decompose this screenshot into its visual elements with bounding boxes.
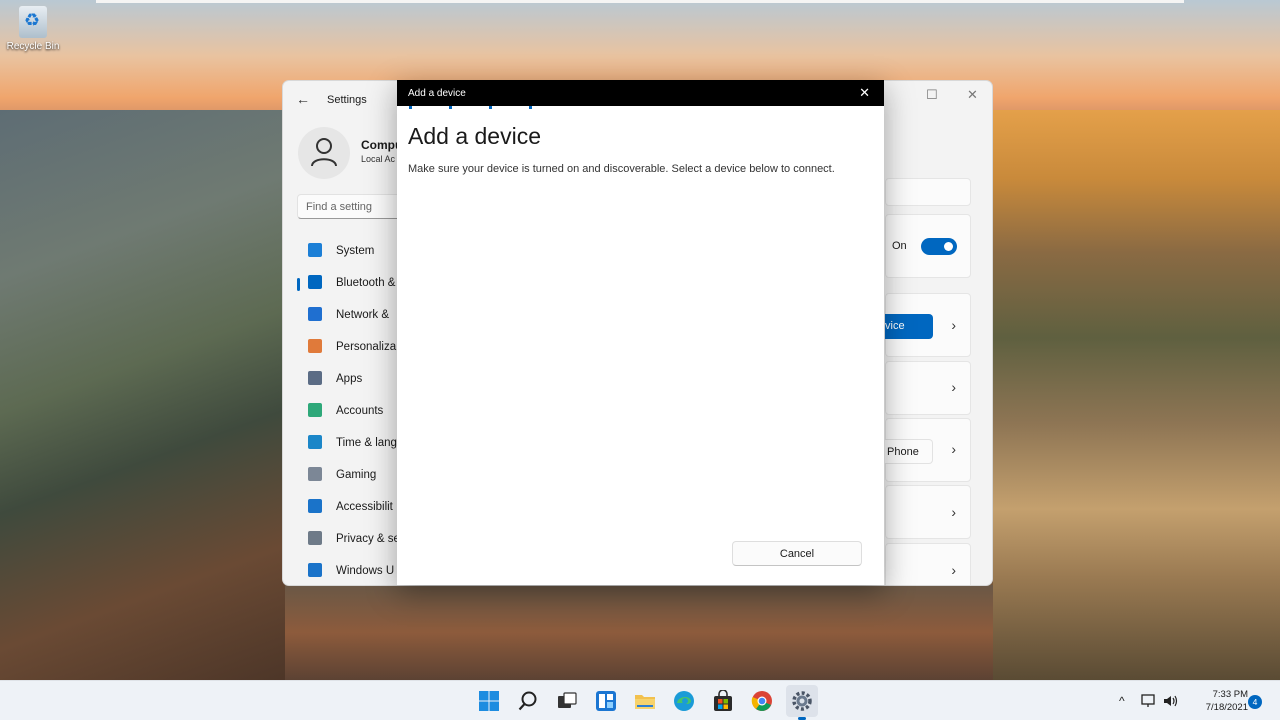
accessibility-icon bbox=[308, 499, 322, 513]
wifi-icon bbox=[308, 307, 322, 321]
devices-card[interactable]: › bbox=[885, 361, 971, 415]
settings-title: Settings bbox=[327, 94, 367, 106]
clock-date: 7/18/2021 bbox=[1205, 702, 1248, 713]
chevron-right-icon: › bbox=[951, 504, 956, 520]
content-card bbox=[885, 178, 971, 206]
add-device-dialog: Add a device ✕ Add a device Make sure yo… bbox=[397, 80, 884, 585]
taskbar: ^ 7:33 PM 7/18/2021 4 bbox=[0, 680, 1280, 720]
sidebar-item-label: Privacy & se bbox=[336, 533, 400, 545]
dialog-heading: Add a device bbox=[408, 123, 541, 149]
apps-icon bbox=[308, 371, 322, 385]
start-icon[interactable] bbox=[478, 690, 500, 712]
recycle-bin-label: Recycle Bin bbox=[6, 41, 60, 52]
sidebar-item-label: Accessibilit bbox=[336, 501, 393, 513]
sidebar-item-label: Apps bbox=[336, 373, 363, 385]
close-icon[interactable]: ✕ bbox=[859, 85, 870, 101]
sidebar-item-label: Time & lang bbox=[336, 437, 397, 449]
open-phone-button[interactable]: Phone bbox=[885, 439, 933, 464]
sidebar-item-label: Windows U bbox=[336, 565, 395, 577]
dialog-description: Make sure your device is turned on and d… bbox=[408, 163, 835, 175]
gamepad-icon bbox=[308, 467, 322, 481]
add-device-button[interactable]: vice bbox=[885, 314, 933, 339]
bluetooth-state-label: On bbox=[892, 240, 907, 252]
store-icon[interactable] bbox=[712, 690, 734, 712]
sidebar-item-label: System bbox=[336, 245, 375, 257]
sidebar-item-label: Network & bbox=[336, 309, 390, 321]
recycle-bin[interactable]: Recycle Bin bbox=[4, 6, 62, 52]
cancel-button[interactable]: Cancel bbox=[732, 541, 862, 566]
monitor-icon bbox=[308, 243, 322, 257]
globe-icon bbox=[308, 435, 322, 449]
wallpaper-canyon-bottom bbox=[285, 585, 993, 680]
bluetooth-icon bbox=[308, 275, 322, 289]
sidebar-item-label: Bluetooth & bbox=[336, 277, 396, 289]
maximize-icon[interactable]: ☐ bbox=[926, 87, 938, 103]
sidebar-item-label: Personaliza bbox=[336, 341, 397, 353]
chevron-right-icon: › bbox=[951, 562, 956, 578]
dialog-titlebar: Add a device ✕ bbox=[397, 80, 884, 106]
network-icon[interactable] bbox=[1141, 694, 1157, 708]
task-view-icon[interactable] bbox=[556, 690, 578, 712]
profile-account-type: Local Ac bbox=[361, 154, 396, 164]
notification-badge[interactable]: 4 bbox=[1248, 695, 1262, 709]
settings-icon[interactable] bbox=[791, 690, 813, 712]
close-icon[interactable]: ✕ bbox=[967, 87, 978, 103]
printers-card[interactable]: › bbox=[885, 485, 971, 539]
search-icon[interactable] bbox=[517, 690, 539, 712]
bluetooth-toggle[interactable] bbox=[921, 238, 957, 255]
recycle-bin-icon bbox=[19, 6, 47, 38]
wallpaper-canyon-left bbox=[0, 110, 285, 680]
edge-icon[interactable] bbox=[673, 690, 695, 712]
sidebar-item-label: Gaming bbox=[336, 469, 377, 481]
volume-icon[interactable] bbox=[1163, 694, 1179, 708]
brush-icon bbox=[308, 339, 322, 353]
widgets-icon[interactable] bbox=[595, 690, 617, 712]
person-icon bbox=[308, 403, 322, 417]
system-clock[interactable]: 7:33 PM 7/18/2021 bbox=[1190, 688, 1248, 714]
search-placeholder: Find a setting bbox=[306, 201, 373, 213]
chevron-up-icon[interactable]: ^ bbox=[1119, 694, 1125, 708]
shield-icon bbox=[308, 531, 322, 545]
chevron-right-icon[interactable]: › bbox=[951, 317, 956, 333]
clock-time: 7:33 PM bbox=[1212, 689, 1248, 700]
file-explorer-icon[interactable] bbox=[634, 690, 656, 712]
chevron-right-icon: › bbox=[951, 379, 956, 395]
update-icon bbox=[308, 563, 322, 577]
chrome-icon[interactable] bbox=[751, 690, 773, 712]
sidebar-item-label: Accounts bbox=[336, 405, 384, 417]
chevron-right-icon[interactable]: › bbox=[951, 441, 956, 457]
person-icon bbox=[311, 138, 337, 167]
avatar[interactable] bbox=[298, 127, 350, 179]
top-border-strip bbox=[96, 0, 1184, 3]
loading-indicator bbox=[409, 106, 569, 109]
wallpaper-canyon-right bbox=[993, 110, 1280, 680]
dialog-titlebar-text: Add a device bbox=[408, 88, 466, 99]
back-arrow-icon[interactable]: ← bbox=[296, 91, 310, 107]
mouse-card[interactable]: › bbox=[885, 543, 971, 585]
